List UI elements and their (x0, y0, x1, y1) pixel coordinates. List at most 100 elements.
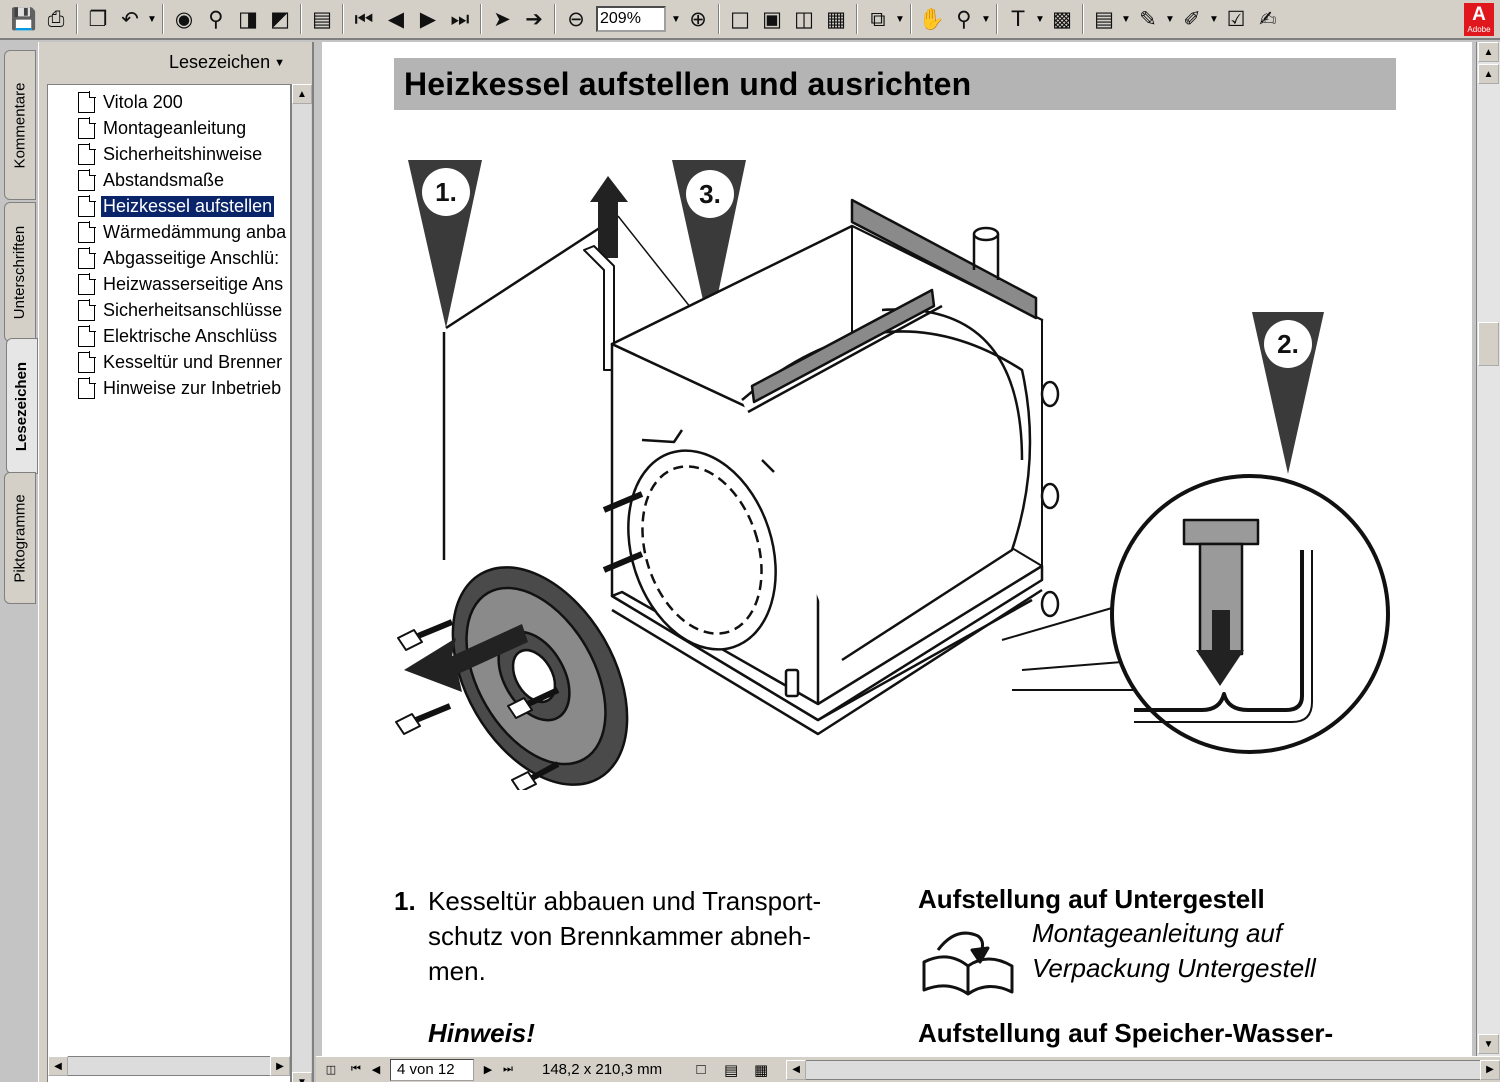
scroll-down-icon[interactable]: ▼ (1478, 1034, 1499, 1054)
tab-signatures[interactable]: Unterschriften (4, 202, 36, 342)
toolbar-separator (480, 4, 482, 34)
note-dropdown-icon[interactable]: ▼ (1120, 2, 1132, 36)
bookmark-label: Hinweise zur Inbetrieb (103, 377, 282, 398)
bookmarks-menu[interactable]: Lesezeichen ▼ (169, 52, 285, 73)
bookmark-item[interactable]: Elektrische Anschlüss (78, 323, 279, 349)
fit-width-icon[interactable]: ◫ (788, 2, 820, 36)
next-page-icon[interactable]: ▶ (412, 2, 444, 36)
step-number: 1. (394, 886, 416, 916)
first-page-icon[interactable]: ⏮ (348, 2, 380, 36)
scroll-left-icon[interactable]: ◀ (786, 1059, 807, 1080)
page-forward-icon[interactable]: ◩ (264, 2, 296, 36)
scroll-up-icon[interactable]: ▲ (292, 84, 312, 104)
fit-visible-icon[interactable]: ▦ (820, 2, 852, 36)
bookmark-item[interactable]: Hinweise zur Inbetrieb (78, 375, 283, 401)
step-text-line: Kesseltür abbauen und Transport- (428, 886, 822, 916)
bookmark-item-selected[interactable]: Heizkessel aufstellen (78, 193, 276, 219)
chevron-down-icon: ▼ (274, 57, 285, 69)
rotate-dropdown-icon[interactable]: ▼ (894, 2, 906, 36)
tab-comments[interactable]: Kommentare (4, 50, 36, 200)
document-horizontal-scrollbar[interactable]: ◀ ▶ (786, 1059, 1500, 1080)
bookmark-item[interactable]: Abgasseitige Anschlü: (78, 245, 281, 271)
last-page-icon[interactable]: ⏭ (498, 1059, 518, 1081)
pencil-dropdown-icon[interactable]: ▼ (1164, 2, 1176, 36)
print-icon[interactable]: ⎙ (40, 2, 72, 36)
zoom-out-icon[interactable]: ⊖ (560, 2, 592, 36)
page-back-icon[interactable]: ◨ (232, 2, 264, 36)
bookmark-item[interactable]: Kesseltür und Brenner (78, 349, 284, 375)
bookmark-horizontal-scrollbar[interactable]: ◀ ▶ (47, 1056, 291, 1076)
last-page-icon[interactable]: ⏭ (444, 2, 476, 36)
save-icon[interactable]: 💾 (8, 2, 40, 36)
page-icon (78, 116, 96, 139)
adobe-logo[interactable]: A Adobe (1464, 3, 1494, 36)
previous-page-icon[interactable]: ◀ (380, 2, 412, 36)
highlight-dropdown-icon[interactable]: ▼ (1208, 2, 1220, 36)
manual-reference-line: Verpackung Untergestell (1032, 953, 1316, 983)
bookmark-item[interactable]: Abstandsmaße (78, 167, 226, 193)
tab-thumbnails[interactable]: Piktogramme (4, 472, 36, 604)
manual-book-icon (922, 931, 1014, 996)
spellcheck-icon[interactable]: ☑ (1220, 2, 1252, 36)
actual-size-icon[interactable]: □ (724, 2, 756, 36)
scroll-right-icon[interactable]: ▶ (1480, 1059, 1500, 1080)
find-icon[interactable]: ◉ (168, 2, 200, 36)
document-vertical-scrollbar[interactable]: ▲ ▲ ▼ (1476, 42, 1500, 1056)
undo-dropdown-icon[interactable]: ▼ (146, 2, 158, 36)
previous-view-icon[interactable]: ➤ (486, 2, 518, 36)
search-icon[interactable]: ⚲ (200, 2, 232, 36)
scroll-down-icon[interactable]: ▼ (292, 1072, 312, 1082)
split-view-icon[interactable]: ◫ (316, 1059, 346, 1081)
note-tool-icon[interactable]: ▤ (1088, 2, 1120, 36)
zoom-tool-dropdown-icon[interactable]: ▼ (980, 2, 992, 36)
tab-bookmarks[interactable]: Lesezeichen (6, 338, 38, 474)
callout-number-2: 2. (1277, 329, 1299, 359)
page-number-field[interactable]: 4 von 12 (390, 1058, 474, 1081)
scroll-up-icon[interactable]: ▲ (1478, 42, 1499, 62)
scroll-left-icon[interactable]: ◀ (48, 1056, 68, 1076)
copy-icon[interactable]: ❐ (82, 2, 114, 36)
hand-tool-icon[interactable]: ✋ (916, 2, 948, 36)
zoom-dropdown-icon[interactable]: ▼ (670, 2, 682, 36)
scroll-thumb[interactable] (1478, 322, 1499, 366)
bookmarks-panel: Lesezeichen ▼ Vitola 200 Montageanleitung… (38, 42, 314, 1082)
rotate-icon[interactable]: ⧉ (862, 2, 894, 36)
page-up-icon[interactable]: ▲ (1478, 64, 1499, 84)
text-select-dropdown-icon[interactable]: ▼ (1034, 2, 1046, 36)
bookmark-label: Vitola 200 (103, 91, 183, 112)
continuous-page-icon[interactable]: ▤ (716, 1059, 746, 1081)
zoom-tool-icon[interactable]: ⚲ (948, 2, 980, 36)
previous-page-icon[interactable]: ◀ (366, 1059, 386, 1081)
page-icon (78, 376, 96, 399)
zoom-in-icon[interactable]: ⊕ (682, 2, 714, 36)
page-icon (78, 272, 96, 295)
facing-pages-icon[interactable]: ▦ (746, 1059, 776, 1081)
single-page-icon[interactable]: □ (686, 1059, 716, 1081)
document-page: Heizkessel aufstellen und ausrichten 1. … (322, 42, 1472, 1056)
undo-icon[interactable]: ↶ (114, 2, 146, 36)
text-select-icon[interactable]: T (1002, 2, 1034, 36)
bookmark-item[interactable]: Wärmedämmung anba (78, 219, 288, 245)
sign-icon[interactable]: ✍ (1252, 2, 1284, 36)
bookmark-item[interactable]: Heizwasserseitige Ans (78, 271, 285, 297)
fit-page-icon[interactable]: ▣ (756, 2, 788, 36)
next-view-icon[interactable]: ➔ (518, 2, 550, 36)
tab-signatures-label: Unterschriften (11, 225, 29, 319)
pencil-tool-icon[interactable]: ✎ (1132, 2, 1164, 36)
bookmark-item[interactable]: Vitola 200 (78, 89, 185, 115)
graphics-select-icon[interactable]: ▩ (1046, 2, 1078, 36)
next-page-icon[interactable]: ▶ (478, 1059, 498, 1081)
show-navigation-icon[interactable]: ▤ (306, 2, 338, 36)
bookmark-item[interactable]: Montageanleitung (78, 115, 248, 141)
scroll-right-icon[interactable]: ▶ (270, 1056, 290, 1076)
adobe-logo-text: Adobe (1467, 25, 1491, 34)
first-page-icon[interactable]: ⏮ (346, 1059, 366, 1081)
bookmark-vertical-scrollbar[interactable]: ▲ ▼ (291, 84, 312, 1082)
highlight-tool-icon[interactable]: ✐ (1176, 2, 1208, 36)
bookmark-label: Wärmedämmung anba (103, 221, 287, 242)
page-icon (78, 168, 96, 191)
bookmark-item[interactable]: Sicherheitshinweise (78, 141, 264, 167)
callout-number-3: 3. (699, 179, 721, 209)
bookmark-item[interactable]: Sicherheitsanschlüsse (78, 297, 284, 323)
zoom-input[interactable]: 209% (596, 6, 666, 32)
